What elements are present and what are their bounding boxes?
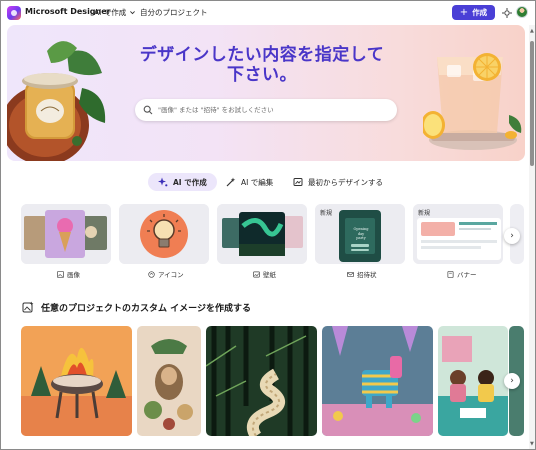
category-label-banner-text: バナー	[457, 271, 477, 279]
invitation-icon	[347, 271, 354, 277]
gallery-image-forest-path[interactable]	[206, 326, 317, 436]
category-label-wallpaper-text: 壁紙	[263, 271, 276, 279]
tab-design-from-scratch[interactable]: 最初からデザインする	[283, 173, 393, 191]
tab-edit-with-ai[interactable]: AI で編集	[216, 173, 283, 191]
gallery-image-bbq[interactable]	[21, 326, 132, 436]
tab-edit-with-ai-label: AI で編集	[241, 177, 274, 187]
hero-title-line1: デザインしたい内容を指定して	[139, 45, 385, 65]
new-badge: 新規	[320, 210, 333, 217]
category-label-icon[interactable]: アイコン	[148, 269, 184, 279]
chevron-right-icon: ›	[510, 231, 514, 241]
section-title: 任意のプロジェクトのカスタム イメージを作成する	[41, 304, 251, 314]
category-card-image[interactable]	[21, 204, 111, 264]
nav-my-projects[interactable]: 自分のプロジェクト	[140, 7, 208, 18]
category-label-image[interactable]: 画像	[57, 269, 80, 279]
category-next-button[interactable]: ›	[504, 228, 520, 244]
nav-create-with-ai-label: AI で作成	[94, 8, 127, 17]
avatar[interactable]	[516, 6, 528, 18]
image-sparkle-icon	[22, 301, 34, 313]
prompt-input[interactable]	[158, 106, 388, 114]
category-label-banner[interactable]: バナー	[447, 269, 477, 279]
tab-design-from-scratch-label: 最初からデザインする	[308, 177, 383, 187]
gallery-next-button[interactable]: ›	[504, 373, 520, 389]
tab-create-with-ai-label: AI で作成	[173, 177, 207, 187]
magic-wand-icon	[226, 177, 236, 187]
category-label-invitation-text: 招待状	[357, 271, 377, 279]
search-icon	[143, 105, 153, 115]
app-window: Microsoft Designer AI で作成 自分のプロジェクト + 作成…	[0, 0, 536, 450]
banner-icon	[447, 270, 454, 278]
tea-jar-illustration	[7, 41, 106, 161]
tab-create-with-ai[interactable]: AI で作成	[148, 173, 217, 191]
icon-shape-icon	[148, 270, 155, 278]
category-card-icon[interactable]	[119, 204, 209, 264]
hero-title: デザインしたい内容を指定して 下さい。	[112, 45, 412, 85]
category-label-invitation[interactable]: 招待状	[347, 269, 377, 279]
sparkle-icon	[158, 177, 168, 187]
create-button-label: 作成	[472, 8, 488, 17]
scroll-down-arrow-icon[interactable]: ▼	[530, 441, 534, 447]
create-button[interactable]: + 作成	[452, 5, 495, 20]
new-badge: 新規	[418, 210, 431, 217]
gallery-image-pinata-party[interactable]	[322, 326, 433, 436]
category-label-icon-text: アイコン	[158, 271, 184, 279]
scrollbar-thumb[interactable]	[530, 41, 534, 166]
plus-icon: +	[459, 6, 469, 18]
hero-title-line2: 下さい。	[227, 65, 297, 85]
hero-banner: デザインしたい内容を指定して 下さい。	[7, 25, 525, 161]
icon-category-preview	[119, 204, 209, 264]
nav-create-with-ai[interactable]: AI で作成	[94, 7, 136, 18]
chevron-down-icon	[130, 11, 136, 15]
gallery-image-kids-reading[interactable]	[438, 326, 508, 436]
category-card-wallpaper[interactable]	[217, 204, 307, 264]
category-label-wallpaper[interactable]: 壁紙	[253, 269, 276, 279]
share-icon[interactable]	[501, 7, 513, 19]
prompt-search-bar[interactable]	[135, 99, 397, 121]
iced-tea-illustration	[423, 53, 522, 150]
top-bar: Microsoft Designer AI で作成 自分のプロジェクト + 作成	[1, 1, 529, 25]
gallery-image-forest-creatures[interactable]	[137, 326, 201, 436]
invite-card-text: Opening day party	[353, 227, 369, 240]
chevron-right-icon: ›	[510, 376, 514, 386]
canvas-icon	[293, 178, 303, 186]
image-category-preview	[21, 204, 111, 264]
scroll-up-arrow-icon[interactable]: ▲	[530, 28, 534, 34]
category-card-banner[interactable]: 新規	[413, 204, 503, 264]
wallpaper-category-preview	[217, 204, 307, 264]
category-label-image-text: 画像	[67, 271, 80, 279]
designer-logo-icon[interactable]	[7, 6, 21, 20]
wallpaper-icon	[253, 271, 260, 277]
image-icon	[57, 270, 64, 278]
category-card-invitation[interactable]: 新規 Opening day party	[315, 204, 405, 264]
